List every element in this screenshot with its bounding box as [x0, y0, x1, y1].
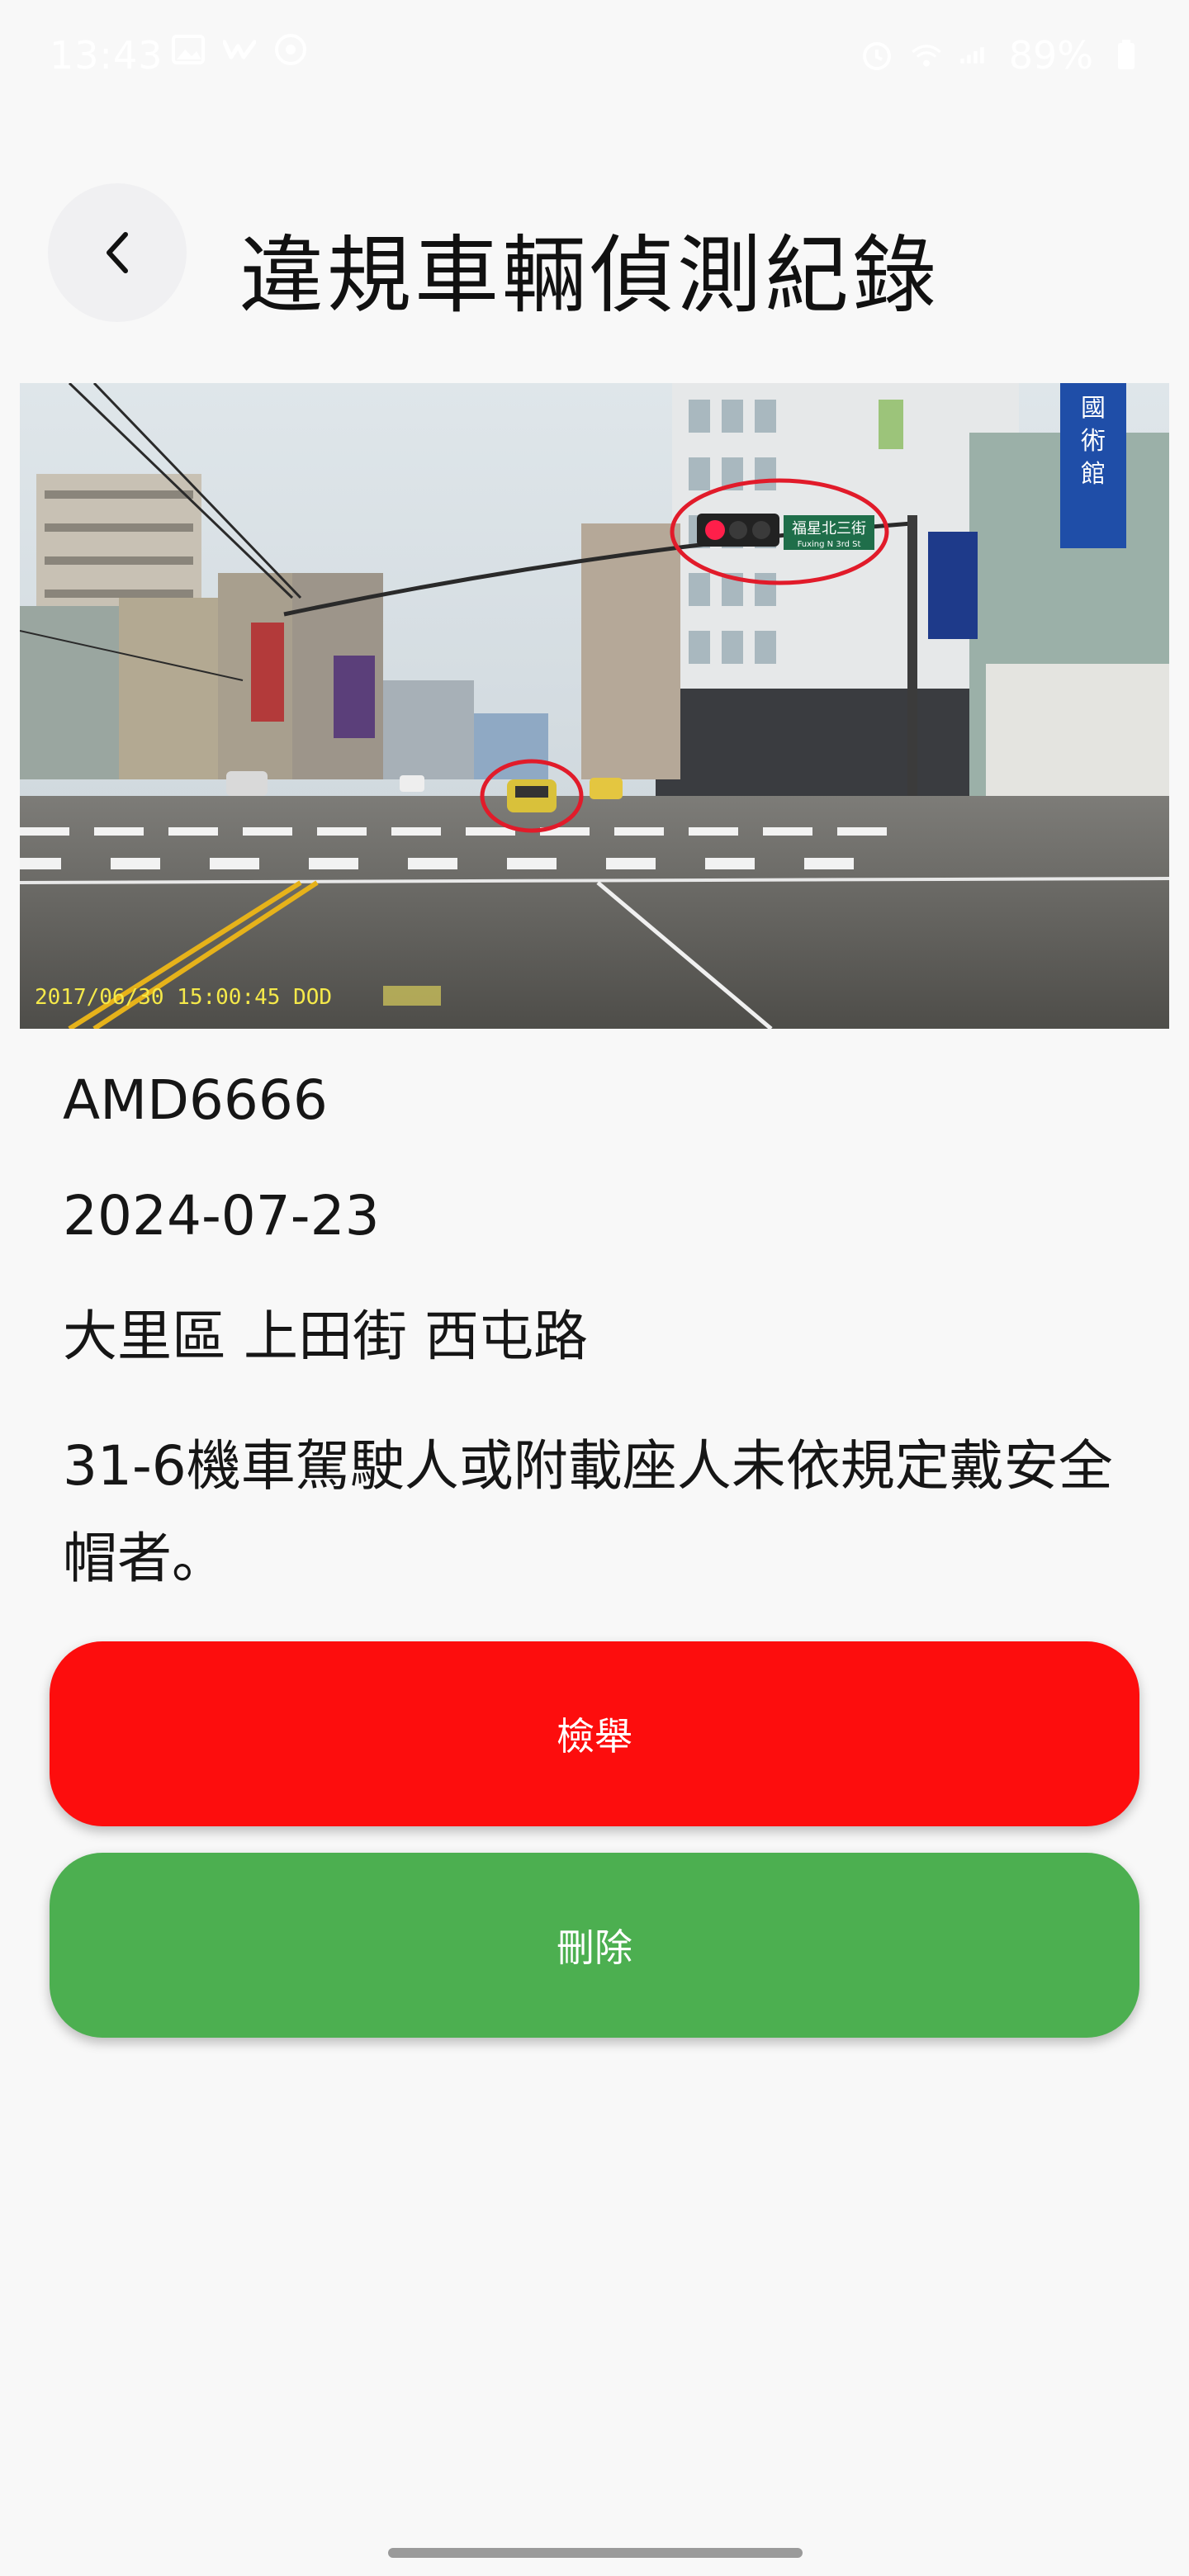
status-right-icons: 89%	[860, 33, 1143, 78]
street-sign-subtext: Fuxing N 3rd St	[798, 540, 861, 549]
header: 違規車輛偵測紀錄	[0, 165, 1189, 347]
record-date: 2024-07-23	[63, 1184, 380, 1248]
record-location: 大里區 上田街 西屯路	[63, 1305, 588, 1368]
home-indicator[interactable]	[388, 2548, 803, 2558]
street-sign-text: 福星北三街	[792, 520, 866, 537]
signal-icon	[959, 39, 992, 72]
message-icon	[274, 33, 307, 66]
status-bar: 13:43 89%	[0, 0, 1189, 116]
w-app-icon	[223, 33, 256, 66]
svg-text:國: 國	[1081, 394, 1106, 423]
violation-photo[interactable]: 國 術 館 福星北三街 Fuxing N 3rd St 2017/06/30 1…	[20, 383, 1169, 1029]
wifi-icon	[910, 39, 943, 72]
delete-button[interactable]: 刪除	[50, 1853, 1139, 2038]
chevron-left-icon	[107, 232, 128, 273]
image-icon	[172, 33, 205, 66]
svg-text:館: 館	[1081, 460, 1106, 489]
violation-description: 31-6機車駕駛人或附載座人未依規定戴安全帽者。	[63, 1434, 1113, 1590]
svg-text:術: 術	[1081, 427, 1106, 456]
status-left-icons	[172, 33, 307, 66]
page-title: 違規車輛偵測紀錄	[239, 227, 940, 325]
timestamp-overlay: 2017/06/30 15:00:45 DOD	[35, 985, 332, 1010]
report-button[interactable]: 檢舉	[50, 1641, 1139, 1826]
back-button[interactable]	[48, 183, 187, 322]
status-time: 13:43	[50, 33, 163, 78]
alarm-icon	[860, 39, 893, 72]
battery-percent: 89%	[1008, 33, 1093, 78]
battery-icon	[1110, 39, 1143, 72]
license-plate: AMD6666	[63, 1068, 328, 1132]
